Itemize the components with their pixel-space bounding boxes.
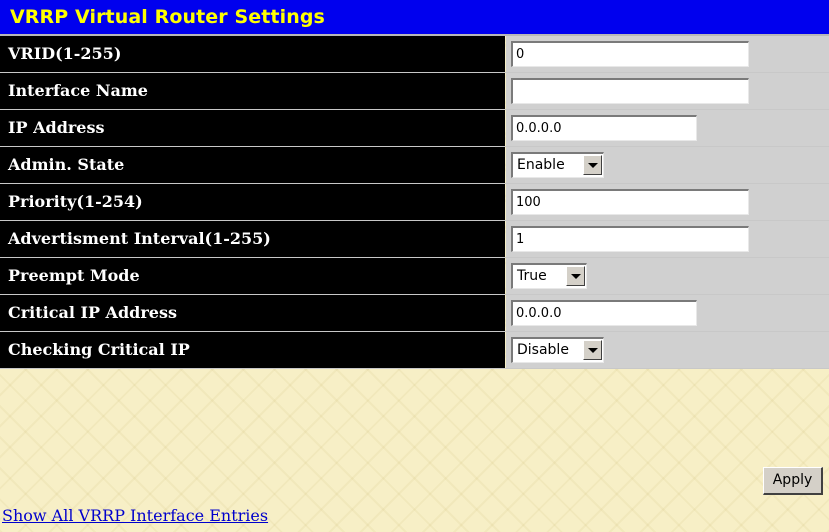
vrid-label: VRID(1-255) bbox=[8, 44, 122, 63]
preempt-mode-value: True bbox=[517, 268, 547, 284]
table-row-vrid: VRID(1-255) 0 bbox=[0, 36, 829, 73]
label-cell: IP Address bbox=[0, 110, 505, 146]
chevron-down-icon bbox=[588, 163, 598, 168]
chevron-down-icon bbox=[571, 274, 581, 279]
priority-label: Priority(1-254) bbox=[8, 192, 143, 211]
admin-state-value: Enable bbox=[517, 157, 565, 173]
dropdown-button[interactable] bbox=[566, 266, 585, 286]
dropdown-button[interactable] bbox=[583, 340, 602, 360]
value-cell: 0.0.0.0 bbox=[506, 295, 829, 331]
ip-address-input[interactable]: 0.0.0.0 bbox=[511, 115, 697, 141]
table-row-priority: Priority(1-254) 100 bbox=[0, 184, 829, 221]
interface-name-label: Interface Name bbox=[8, 81, 148, 100]
label-cell: Interface Name bbox=[0, 73, 505, 109]
table-row-preempt-mode: Preempt Mode True bbox=[0, 258, 829, 295]
label-cell: Critical IP Address bbox=[0, 295, 505, 331]
vrrp-settings-page: VRRP Virtual Router Settings VRID(1-255)… bbox=[0, 0, 829, 532]
apply-button[interactable]: Apply bbox=[763, 467, 823, 495]
value-cell: 0 bbox=[506, 36, 829, 72]
page-header: VRRP Virtual Router Settings bbox=[0, 0, 829, 36]
priority-input[interactable]: 100 bbox=[511, 189, 749, 215]
ip-address-label: IP Address bbox=[8, 118, 105, 137]
table-row-checking-critical-ip: Checking Critical IP Disable bbox=[0, 332, 829, 369]
checking-critical-ip-label: Checking Critical IP bbox=[8, 340, 190, 359]
critical-ip-address-input[interactable]: 0.0.0.0 bbox=[511, 300, 697, 326]
chevron-down-icon bbox=[588, 348, 598, 353]
value-cell: 100 bbox=[506, 184, 829, 220]
label-cell: Advertisment Interval(1-255) bbox=[0, 221, 505, 257]
page-title: VRRP Virtual Router Settings bbox=[10, 6, 325, 28]
table-row-advertisment-interval: Advertisment Interval(1-255) 1 bbox=[0, 221, 829, 258]
table-row-admin-state: Admin. State Enable bbox=[0, 147, 829, 184]
label-cell: Checking Critical IP bbox=[0, 332, 505, 368]
admin-state-select[interactable]: Enable bbox=[511, 152, 604, 178]
critical-ip-address-label: Critical IP Address bbox=[8, 303, 177, 322]
label-cell: VRID(1-255) bbox=[0, 36, 505, 72]
value-cell: 0.0.0.0 bbox=[506, 110, 829, 146]
value-cell: True bbox=[506, 258, 829, 294]
value-cell: Disable bbox=[506, 332, 829, 368]
show-all-vrrp-entries-link[interactable]: Show All VRRP Interface Entries bbox=[2, 506, 268, 525]
label-cell: Admin. State bbox=[0, 147, 505, 183]
preempt-mode-select[interactable]: True bbox=[511, 263, 587, 289]
interface-name-input[interactable] bbox=[511, 78, 749, 104]
admin-state-label: Admin. State bbox=[8, 155, 125, 174]
value-cell: 1 bbox=[506, 221, 829, 257]
table-row-ip-address: IP Address 0.0.0.0 bbox=[0, 110, 829, 147]
dropdown-button[interactable] bbox=[583, 155, 602, 175]
settings-table: VRID(1-255) 0 Interface Name IP Address … bbox=[0, 36, 829, 369]
checking-critical-ip-select[interactable]: Disable bbox=[511, 337, 604, 363]
value-cell: Enable bbox=[506, 147, 829, 183]
label-cell: Priority(1-254) bbox=[0, 184, 505, 220]
vrid-input[interactable]: 0 bbox=[511, 41, 749, 67]
advertisment-interval-input[interactable]: 1 bbox=[511, 226, 749, 252]
preempt-mode-label: Preempt Mode bbox=[8, 266, 140, 285]
advertisment-interval-label: Advertisment Interval(1-255) bbox=[8, 229, 271, 248]
value-cell bbox=[506, 73, 829, 109]
table-row-interface-name: Interface Name bbox=[0, 73, 829, 110]
table-row-critical-ip-address: Critical IP Address 0.0.0.0 bbox=[0, 295, 829, 332]
label-cell: Preempt Mode bbox=[0, 258, 505, 294]
checking-critical-ip-value: Disable bbox=[517, 342, 569, 358]
